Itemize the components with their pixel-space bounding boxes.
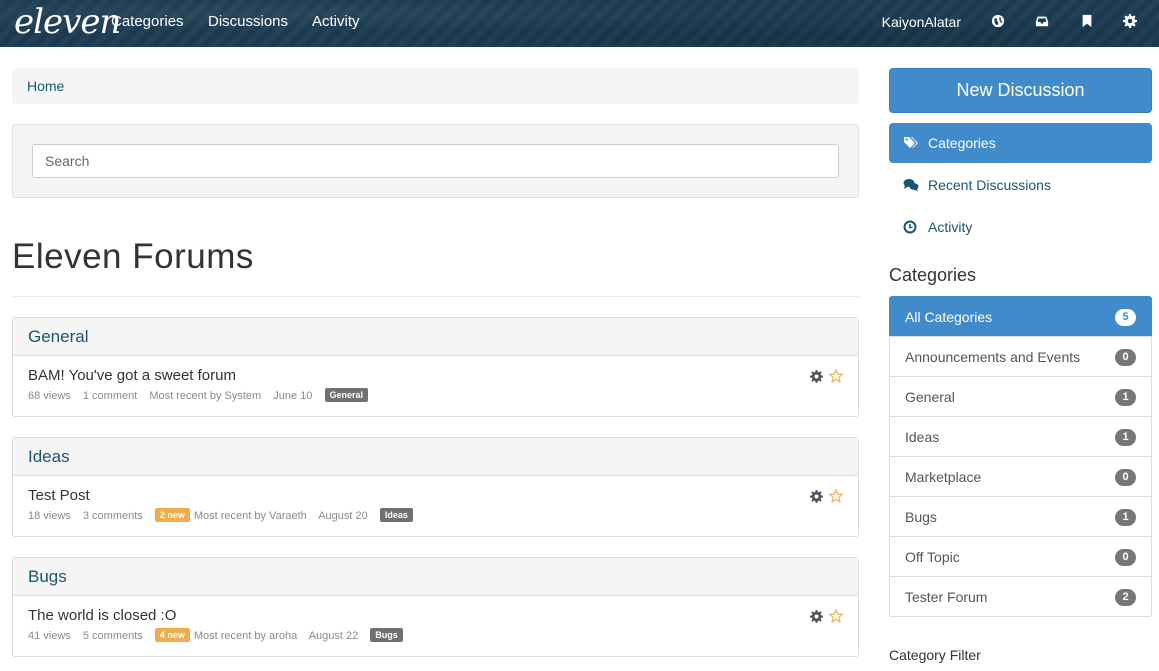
category-header: General [13, 318, 858, 356]
categories-heading: Categories [889, 265, 977, 285]
category-item-ideas[interactable]: Ideas 1 [889, 416, 1152, 457]
globe-icon[interactable] [991, 14, 1007, 30]
options-gear-icon[interactable] [810, 610, 823, 623]
category-name: All Categories [905, 309, 993, 325]
bookmark-icon[interactable] [1080, 14, 1096, 30]
sidebar-nav-activity[interactable]: Activity [889, 207, 1152, 247]
new-comments-badge: 2 new [154, 508, 190, 522]
category-title-link[interactable]: Ideas [28, 447, 70, 467]
last-date: August 20 [318, 510, 368, 522]
discussion-meta: 68 views 1 comment Most recent by System… [28, 388, 377, 402]
nav-categories[interactable]: Categories [111, 13, 184, 31]
top-navbar: eleven Categories Discussions Activity K… [0, 0, 1159, 47]
comment-count: 1 comment [82, 390, 138, 402]
most-recent-by: Most recent by aroha [193, 630, 298, 642]
category-header: Ideas [13, 438, 858, 476]
most-recent-by: Most recent by Varaeth [193, 510, 307, 522]
category-panel-general: General BAM! You've got a sweet forum 68… [12, 317, 859, 417]
inbox-icon[interactable] [1035, 14, 1051, 30]
page-title: Eleven Forums [12, 237, 254, 276]
category-panel-ideas: Ideas Test Post 18 views 3 comments 2 ne… [12, 437, 859, 537]
discussion-meta: 41 views 5 comments 4 new Most recent by … [28, 628, 412, 642]
category-count-badge: 0 [1115, 549, 1136, 566]
category-item-marketplace[interactable]: Marketplace 0 [889, 456, 1152, 497]
view-count: 18 views [28, 510, 71, 522]
search-input[interactable] [32, 144, 839, 178]
last-date: June 10 [273, 390, 313, 402]
user-profile-link[interactable]: KaiyonAlatar [882, 13, 961, 31]
category-count-badge: 2 [1115, 589, 1136, 606]
comment-count: 5 comments [82, 630, 143, 642]
discussion-options [810, 609, 844, 625]
breadcrumb: Home [12, 68, 859, 104]
clock-icon [903, 220, 917, 234]
options-gear-icon[interactable] [810, 490, 823, 503]
bookmark-star-icon[interactable] [829, 489, 843, 503]
comment-count: 3 comments [82, 510, 143, 522]
category-count-badge: 0 [1115, 469, 1136, 486]
category-count-badge: 0 [1115, 349, 1136, 366]
category-list: All Categories 5 Announcements and Event… [889, 296, 1152, 617]
category-panel-bugs: Bugs The world is closed :O 41 views 5 c… [12, 557, 859, 657]
comments-icon [903, 179, 919, 192]
sidebar-nav-recent-discussions[interactable]: Recent Discussions [889, 165, 1152, 205]
nav-activity[interactable]: Activity [312, 13, 360, 31]
new-discussion-button[interactable]: New Discussion [889, 68, 1152, 113]
gear-icon[interactable] [1123, 14, 1139, 30]
sidebar-nav-label: Recent Discussions [928, 177, 1051, 193]
nav-discussions[interactable]: Discussions [208, 13, 288, 31]
category-item-all[interactable]: All Categories 5 [889, 296, 1152, 337]
view-count: 68 views [28, 390, 71, 402]
category-count-badge: 5 [1115, 309, 1136, 326]
search-panel [12, 124, 859, 198]
discussion-title-link[interactable]: Test Post [28, 487, 90, 504]
most-recent-by: Most recent by System [149, 390, 262, 402]
category-item-general[interactable]: General 1 [889, 376, 1152, 417]
category-name: Off Topic [905, 549, 960, 565]
category-name: Bugs [905, 509, 937, 525]
bookmark-star-icon[interactable] [829, 609, 843, 623]
bookmark-star-icon[interactable] [829, 369, 843, 383]
category-name: Ideas [905, 429, 940, 445]
discussion-title-link[interactable]: BAM! You've got a sweet forum [28, 367, 236, 384]
sidebar-nav-categories[interactable]: Categories [889, 123, 1152, 163]
category-count-badge: 1 [1115, 429, 1136, 446]
last-date: August 22 [308, 630, 359, 642]
category-name: Marketplace [905, 469, 982, 485]
tags-icon [904, 137, 918, 148]
category-header: Bugs [13, 558, 858, 596]
discussion-meta: 18 views 3 comments 2 new Most recent by … [28, 508, 422, 522]
sidebar-nav-label: Categories [928, 135, 996, 151]
category-item-announcements[interactable]: Announcements and Events 0 [889, 336, 1152, 377]
category-title-link[interactable]: Bugs [28, 567, 67, 587]
category-tag[interactable]: General [324, 388, 369, 402]
category-count-badge: 1 [1115, 509, 1136, 526]
category-item-bugs[interactable]: Bugs 1 [889, 496, 1152, 537]
new-comments-badge: 4 new [154, 628, 190, 642]
category-count-badge: 1 [1115, 389, 1136, 406]
category-filter-label: Category Filter [889, 647, 981, 663]
sidebar-nav-label: Activity [928, 219, 973, 235]
discussion-title-link[interactable]: The world is closed :O [28, 607, 176, 624]
category-name: General [905, 389, 955, 405]
category-item-off-topic[interactable]: Off Topic 0 [889, 536, 1152, 577]
category-name: Announcements and Events [905, 349, 1081, 365]
category-tag[interactable]: Ideas [379, 508, 413, 522]
category-title-link[interactable]: General [28, 327, 88, 347]
discussion-options [810, 369, 844, 385]
breadcrumb-home[interactable]: Home [27, 78, 64, 94]
divider [12, 296, 859, 297]
site-logo[interactable]: eleven [14, 2, 121, 42]
category-name: Tester Forum [905, 589, 988, 605]
view-count: 41 views [28, 630, 71, 642]
discussion-options [810, 489, 844, 505]
category-tag[interactable]: Bugs [370, 628, 403, 642]
category-item-tester-forum[interactable]: Tester Forum 2 [889, 576, 1152, 617]
options-gear-icon[interactable] [810, 370, 823, 383]
